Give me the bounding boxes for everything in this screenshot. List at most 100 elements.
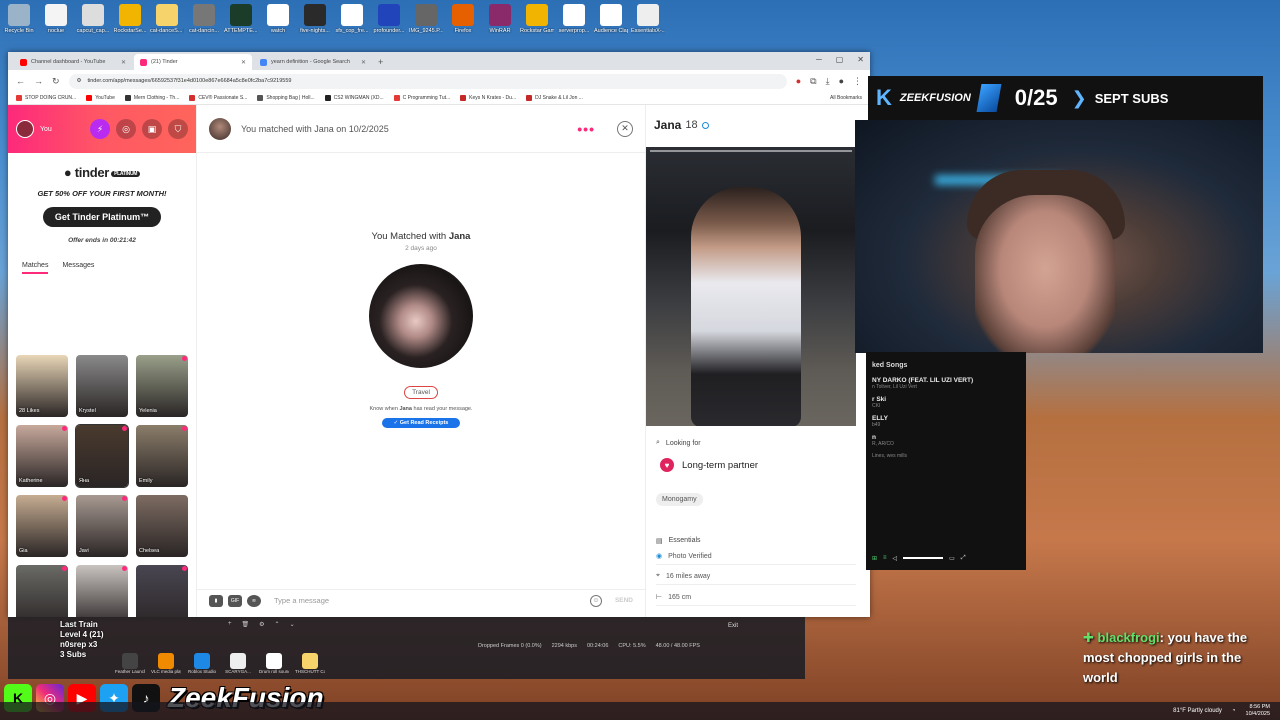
match-card[interactable]: Krystel bbox=[76, 355, 128, 417]
more-options-icon[interactable]: ••• bbox=[577, 121, 595, 137]
desktop-icon[interactable]: watch bbox=[261, 4, 295, 46]
song-row[interactable]: r Ski CKI bbox=[872, 396, 1020, 409]
bookmark-item[interactable]: DJ Snake & Lil Jon ... bbox=[526, 95, 583, 101]
tab-google[interactable]: yearn definition - Google Search ✕ bbox=[254, 54, 372, 70]
bookmark-item[interactable]: C Programming Tut... bbox=[393, 95, 450, 101]
wifi-icon[interactable]: ◔ bbox=[1232, 708, 1236, 714]
desktop-icon[interactable]: EssentialsX-... (1).jar bbox=[631, 4, 665, 46]
bookmark-item[interactable]: CEV® Passionate S... bbox=[189, 95, 247, 101]
shield-icon[interactable]: ⛉ bbox=[168, 119, 188, 139]
match-card[interactable]: Yelenia bbox=[136, 355, 188, 417]
sticker-icon[interactable]: ▮ bbox=[209, 594, 223, 607]
weather[interactable]: 81°F Partly cloudy bbox=[1173, 708, 1222, 714]
reload-icon[interactable]: ↻ bbox=[52, 76, 60, 87]
taskbar-app[interactable]: THSCHUTT Colosseum... bbox=[295, 653, 325, 674]
boost-icon[interactable]: ⚡ bbox=[90, 119, 110, 139]
bookmark-item[interactable]: YouTube bbox=[86, 95, 115, 101]
desktop-icon[interactable]: serverprop... bbox=[557, 4, 591, 46]
tab-matches[interactable]: Matches bbox=[22, 262, 49, 274]
close-icon[interactable]: ✕ bbox=[361, 59, 366, 66]
desktop-icon[interactable]: Rockstar Games... bbox=[520, 4, 554, 46]
bookmark-item[interactable]: CS2 WINGMAN (XD... bbox=[324, 95, 384, 101]
avatar[interactable] bbox=[16, 120, 34, 138]
desktop-icon[interactable]: WinRAR bbox=[483, 4, 517, 46]
volume-slider[interactable] bbox=[903, 557, 944, 559]
desktop-icon[interactable]: IMG_9245.P... bbox=[409, 4, 443, 46]
taskbar-app[interactable]: SCARYGA... bbox=[225, 653, 251, 674]
volume-icon[interactable]: ◁ bbox=[893, 555, 898, 562]
close-icon[interactable]: ✕ bbox=[241, 59, 246, 66]
lyrics-icon[interactable]: ⊞ bbox=[872, 555, 877, 562]
send-button[interactable]: SEND bbox=[615, 597, 633, 604]
bookmark-item[interactable]: STOP DOING CRUN... bbox=[16, 95, 76, 101]
profile-photo[interactable] bbox=[646, 147, 856, 426]
download-icon[interactable]: ⤓ bbox=[826, 76, 830, 87]
trash-icon[interactable]: 🗑 bbox=[242, 621, 250, 628]
desktop-icon[interactable]: RockstarSe... bbox=[113, 4, 147, 46]
match-card[interactable]: Gia bbox=[16, 495, 68, 557]
desktop-icon[interactable]: Recycle Bin bbox=[2, 4, 36, 46]
url-field[interactable]: ⚙ tinder.com/app/messages/66592537f31e4d… bbox=[68, 73, 787, 89]
extension-icon[interactable]: ● bbox=[796, 76, 801, 86]
add-icon[interactable]: + bbox=[228, 621, 232, 627]
desktop-icon[interactable]: cat-danceS... (3).zip bbox=[150, 4, 184, 46]
close-icon[interactable]: ✕ bbox=[121, 59, 126, 66]
extensions-icon[interactable]: ⧉ bbox=[810, 76, 816, 87]
back-icon[interactable]: ← bbox=[16, 76, 25, 86]
briefcase-icon[interactable]: ▣ bbox=[142, 119, 162, 139]
desktop-icon[interactable]: cat-dancin... bbox=[187, 4, 221, 46]
desktop-icon[interactable]: Firefox bbox=[446, 4, 480, 46]
get-read-receipts-button[interactable]: ✓ Get Read Receipts bbox=[381, 418, 461, 428]
explore-icon[interactable]: ◎ bbox=[116, 119, 136, 139]
up-icon[interactable]: ⌃ bbox=[275, 621, 280, 628]
taskbar-app[interactable]: Feather Launcher bbox=[115, 653, 145, 674]
profile-icon[interactable]: ● bbox=[839, 76, 844, 86]
match-card[interactable]: 28 Likes bbox=[16, 355, 68, 417]
site-info-icon[interactable]: ⚙ bbox=[77, 78, 82, 84]
fullscreen-icon[interactable]: ⤢ bbox=[961, 555, 966, 562]
match-card[interactable]: Katherine bbox=[16, 425, 68, 487]
desktop-icon[interactable]: five-nights... bbox=[298, 4, 332, 46]
tab-tinder[interactable]: (21) Tinder ✕ bbox=[134, 54, 252, 70]
gear-icon[interactable]: ⚙ bbox=[259, 621, 264, 628]
taskbar-app[interactable]: VLC media player bbox=[151, 653, 181, 674]
message-input[interactable]: Type a message bbox=[266, 596, 585, 605]
get-platinum-button[interactable]: Get Tinder Platinum™ bbox=[42, 207, 162, 227]
taskbar-app[interactable]: Drum roll sound ef... bbox=[259, 653, 289, 674]
match-photo[interactable] bbox=[369, 264, 473, 368]
song-row[interactable]: Lines, wes mills bbox=[872, 453, 1020, 459]
desktop-icon[interactable]: Audience Clapping... bbox=[594, 4, 628, 46]
bookmark-item[interactable]: Keys N Krates - Du... bbox=[460, 95, 516, 101]
emoji-icon[interactable]: ☺ bbox=[589, 594, 602, 607]
desktop-icon[interactable]: noclue bbox=[39, 4, 73, 46]
minimize-icon[interactable]: ─ bbox=[816, 55, 822, 64]
match-card[interactable]: Chelsea bbox=[136, 495, 188, 557]
close-icon[interactable]: ✕ bbox=[617, 120, 633, 137]
clock[interactable]: 8:56 PM 10/4/2025 bbox=[1246, 704, 1270, 718]
match-card[interactable]: Sam bbox=[16, 565, 68, 617]
miniplayer-icon[interactable]: ▭ bbox=[949, 555, 955, 562]
tab-messages[interactable]: Messages bbox=[62, 262, 94, 274]
song-row[interactable]: n R, AR/CO bbox=[872, 434, 1020, 447]
close-window-icon[interactable]: ✕ bbox=[857, 55, 864, 64]
desktop-icon[interactable]: ATTEMPTE... (2) bbox=[224, 4, 258, 46]
match-card[interactable]: Emily bbox=[136, 425, 188, 487]
desktop-icon[interactable]: capcut_cap... bbox=[76, 4, 110, 46]
down-icon[interactable]: ⌄ bbox=[290, 621, 295, 628]
bookmark-item[interactable]: Shopping Bag | Holl... bbox=[257, 95, 315, 101]
song-row[interactable]: NY DARKO (FEAT. LIL UZI VERT) n Toliver, … bbox=[872, 377, 1020, 390]
bookmark-item[interactable]: Mern Clothing - Th... bbox=[124, 95, 179, 101]
match-card[interactable]: Javi bbox=[76, 495, 128, 557]
connect-icon[interactable]: ≡ bbox=[883, 555, 887, 561]
avatar[interactable] bbox=[209, 117, 231, 140]
all-bookmarks[interactable]: All Bookmarks bbox=[830, 95, 862, 101]
gif-button[interactable]: GIF bbox=[228, 594, 242, 607]
tab-youtube[interactable]: Channel dashboard - YouTube ✕ bbox=[14, 54, 132, 70]
spotify-icon[interactable]: ≋ bbox=[247, 594, 261, 607]
you-label[interactable]: You bbox=[40, 126, 84, 133]
match-card[interactable]: Queen bbox=[136, 565, 188, 617]
song-row[interactable]: ELLY b49 bbox=[872, 415, 1020, 428]
maximize-icon[interactable]: ▢ bbox=[836, 55, 844, 64]
match-card[interactable]: Яна bbox=[75, 424, 129, 488]
new-tab-button[interactable]: + bbox=[378, 57, 383, 67]
